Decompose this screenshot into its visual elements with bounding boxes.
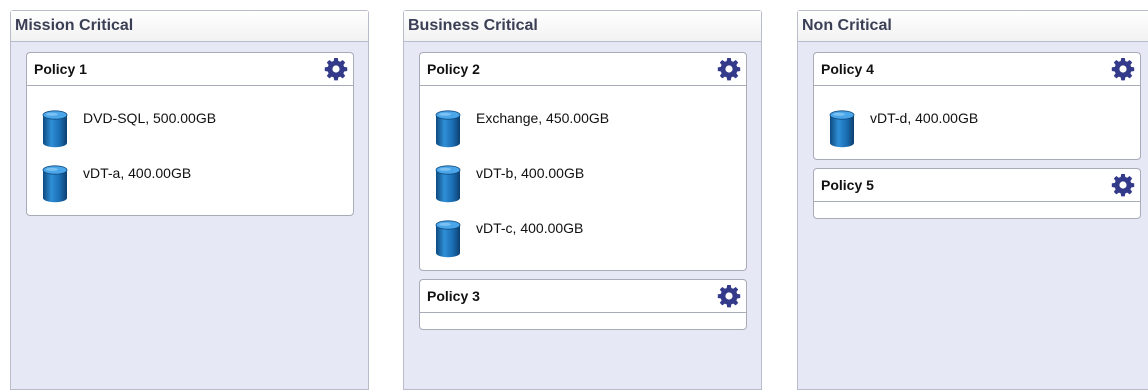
item-label[interactable]: vDT-d, 400.00GB [870, 110, 978, 126]
policy-header: Policy 2 [420, 53, 746, 86]
column-mission-critical: Mission Critical Policy 1 DVD-SQL, 500.0… [10, 10, 369, 390]
policy-title: Policy 3 [427, 288, 480, 304]
policy-header: Policy 4 [814, 53, 1140, 86]
gear-icon[interactable] [324, 57, 348, 81]
policy-title: Policy 4 [821, 61, 874, 77]
database-icon [42, 110, 68, 148]
column-title: Mission Critical [11, 11, 368, 42]
column-business-critical: Business Critical Policy 2 Exchange, 450… [403, 10, 762, 390]
policy-header: Policy 1 [27, 53, 353, 86]
policy-header: Policy 3 [420, 280, 746, 313]
item-label[interactable]: DVD-SQL, 500.00GB [83, 110, 216, 126]
policy-title: Policy 2 [427, 61, 480, 77]
policy-card: Policy 2 Exchange, 450.00GB vDT-b, 400.0… [419, 52, 747, 271]
item-label[interactable]: vDT-c, 400.00GB [476, 220, 583, 236]
database-icon [42, 165, 68, 203]
column-title: Business Critical [404, 11, 761, 42]
policy-card: Policy 4 vDT-d, 400.00GB [813, 52, 1141, 160]
policy-card: Policy 5 [813, 168, 1141, 219]
policy-header: Policy 5 [814, 169, 1140, 202]
gear-icon[interactable] [717, 57, 741, 81]
policy-card: Policy 3 [419, 279, 747, 330]
gear-icon[interactable] [1111, 173, 1135, 197]
gear-icon[interactable] [717, 284, 741, 308]
item-label[interactable]: Exchange, 450.00GB [476, 110, 609, 126]
item-label[interactable]: vDT-a, 400.00GB [83, 165, 191, 181]
policy-title: Policy 5 [821, 177, 874, 193]
policy-title: Policy 1 [34, 61, 87, 77]
database-icon [435, 110, 461, 148]
database-icon [435, 165, 461, 203]
gear-icon[interactable] [1111, 57, 1135, 81]
policy-card: Policy 1 DVD-SQL, 500.00GB vDT-a, 400.00… [26, 52, 354, 216]
column-title: Non Critical [798, 11, 1148, 42]
item-label[interactable]: vDT-b, 400.00GB [476, 165, 584, 181]
database-icon [435, 220, 461, 258]
column-non-critical: Non Critical Policy 4 vDT-d, 400.00GB Po… [797, 10, 1148, 390]
database-icon [829, 110, 855, 148]
